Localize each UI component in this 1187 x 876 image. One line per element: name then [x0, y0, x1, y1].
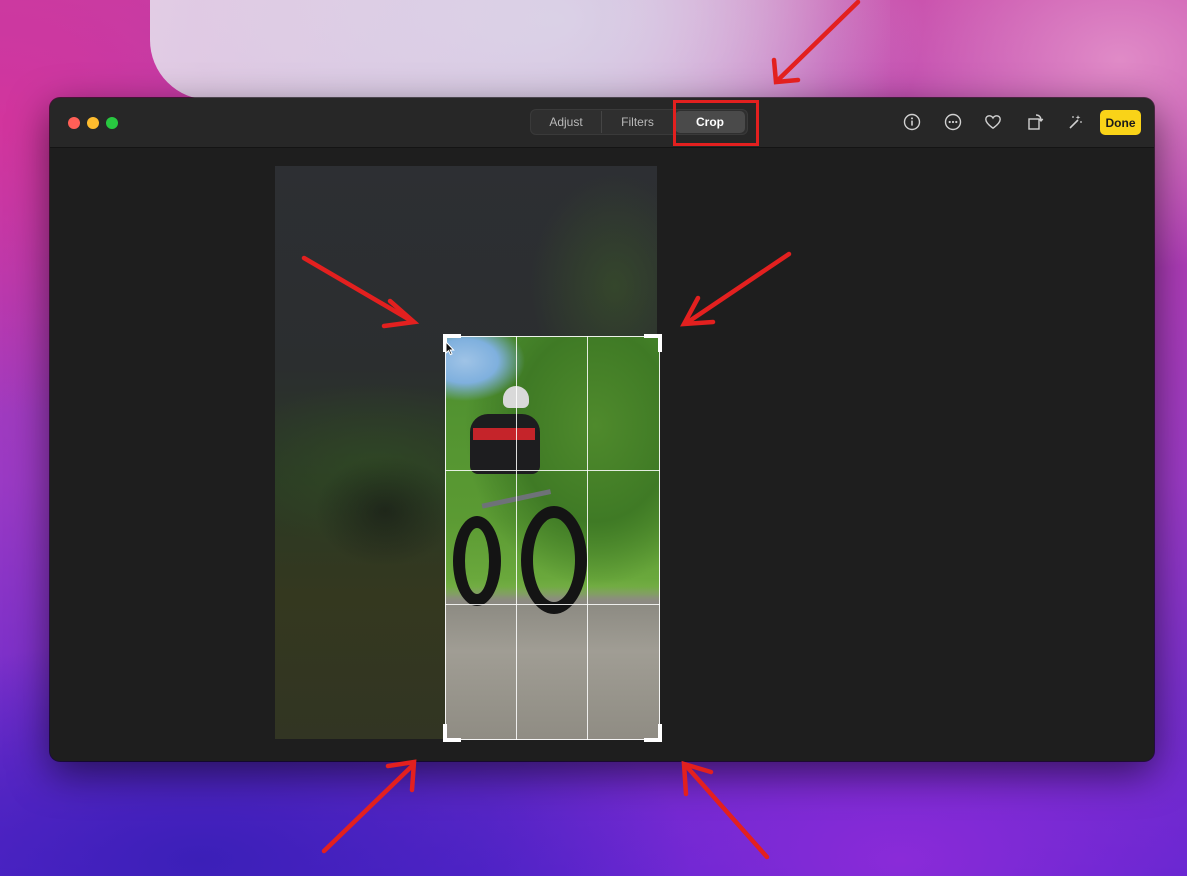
desktop-wallpaper: [150, 0, 890, 100]
crop-handle-bottom-right[interactable]: [644, 724, 662, 742]
photos-edit-window: Adjust Filters Crop Done: [50, 98, 1154, 761]
more-icon[interactable]: [943, 112, 963, 132]
close-window-button[interactable]: [68, 117, 80, 129]
title-bar: Adjust Filters Crop Done: [50, 98, 1154, 148]
crop-frame[interactable]: [443, 334, 662, 742]
tab-adjust[interactable]: Adjust: [531, 111, 601, 133]
crop-handle-top-right[interactable]: [644, 334, 662, 352]
dimmed-cyclists: [315, 456, 455, 566]
arrowhead: [681, 760, 714, 797]
done-button[interactable]: Done: [1100, 110, 1141, 135]
heart-icon[interactable]: [983, 112, 1003, 132]
arrowhead: [385, 759, 417, 793]
auto-enhance-icon[interactable]: [1065, 112, 1085, 132]
photo-canvas: [50, 149, 1154, 761]
crop-tab-annotation-box: [673, 100, 759, 146]
minimize-window-button[interactable]: [87, 117, 99, 129]
mouse-cursor-icon: [445, 340, 455, 361]
arrow-to-bottom-right-handle: [685, 765, 770, 860]
tab-filters[interactable]: Filters: [601, 111, 673, 133]
crop-handle-bottom-left[interactable]: [443, 724, 461, 742]
zoom-window-button[interactable]: [106, 117, 118, 129]
rotate-icon[interactable]: [1025, 112, 1045, 132]
info-icon[interactable]: [902, 112, 922, 132]
arrow-to-bottom-left-handle: [321, 763, 415, 854]
